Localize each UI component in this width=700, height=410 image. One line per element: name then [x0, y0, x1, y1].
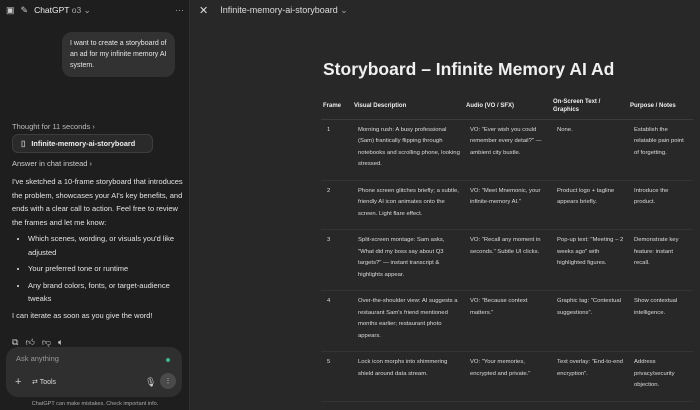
- page-title: Storyboard – Infinite Memory AI Ad: [323, 59, 614, 80]
- table-row: 5Lock icon morphs into shimmering shield…: [321, 352, 693, 402]
- reply-bullets: Which scenes, wording, or visuals you'd …: [12, 232, 184, 306]
- table-cell: Address privacy/security objection.: [628, 352, 693, 402]
- table-cell: VO: "Your memories, encrypted and privat…: [464, 352, 551, 402]
- tools-label: Tools: [40, 379, 56, 386]
- sidebar-toggle-icon[interactable]: ▣: [6, 5, 15, 16]
- table-cell: 2: [321, 180, 352, 230]
- canvas-link-label: Infinite-memory-ai-storyboard: [31, 139, 135, 148]
- model-selector[interactable]: ChatGPT o3 ⌄: [34, 5, 91, 16]
- table-row: 3Split-screen montage: Sam asks, "What d…: [321, 230, 693, 291]
- composer: + ⇄ Tools 🎙︎ ⋮: [6, 347, 182, 397]
- table-cell: VO: "Recall any moment in seconds." Subt…: [464, 230, 551, 291]
- table-cell: VO: "Meet Mnemonic, your infinite-memory…: [464, 180, 551, 230]
- table-cell: Phone screen glitches briefly; a subtle,…: [352, 180, 464, 230]
- status-dot: [166, 358, 170, 362]
- canvas-link[interactable]: ▯ Infinite-memory-ai-storyboard: [12, 134, 153, 153]
- table-cell: VO: "Because context matters.": [464, 291, 551, 352]
- thought-label: Thought for 11 seconds: [12, 122, 90, 131]
- column-header: Purpose / Notes: [628, 93, 693, 119]
- column-header: Frame: [321, 93, 352, 119]
- answer-in-chat-link[interactable]: Answer in chat instead ›: [12, 159, 92, 168]
- disclaimer: ChatGPT can make mistakes. Check importa…: [0, 401, 190, 407]
- table-cell: Text overlay: "End-to-end encryption".: [551, 352, 628, 402]
- table-cell: Morning rush: A busy professional (Sam) …: [352, 119, 464, 180]
- canvas-header: ✕ Infinite-memory-ai-storyboard ⌄: [190, 0, 700, 20]
- chevron-down-icon: ⌄: [84, 5, 91, 15]
- list-item: Which scenes, wording, or visuals you'd …: [28, 232, 184, 259]
- table-cell: Over-the-shoulder view: AI suggests a re…: [352, 291, 464, 352]
- chat-panel: ▣ ✎ ChatGPT o3 ⌄ ··· I want to create a …: [0, 0, 190, 410]
- table-cell: Introduce the product.: [628, 180, 693, 230]
- table-cell: 4: [321, 291, 352, 352]
- voice-mode-button[interactable]: ⋮: [160, 373, 176, 389]
- table-cell: Lock icon morphs into shimmering shield …: [352, 352, 464, 402]
- chat-header: ▣ ✎ ChatGPT o3 ⌄ ···: [0, 0, 190, 20]
- close-icon[interactable]: ✕: [199, 4, 208, 17]
- answer-in-chat-label: Answer in chat instead: [12, 159, 87, 168]
- canvas-panel: ✕ Infinite-memory-ai-storyboard ⌄ Storyb…: [190, 0, 700, 410]
- microphone-icon[interactable]: 🎙︎: [145, 377, 156, 388]
- user-message: I want to create a storyboard of an ad f…: [62, 32, 175, 77]
- table-cell: Pop-up text: "Meeting – 2 weeks ago" wit…: [551, 230, 628, 291]
- chevron-down-icon: ⌄: [340, 5, 348, 15]
- table-cell: Establish the relatable pain point of fo…: [628, 119, 693, 180]
- table-header: Frame Visual Description Audio (VO / SFX…: [321, 93, 693, 119]
- document-icon: ▯: [21, 139, 25, 148]
- canvas-title: Infinite-memory-ai-storyboard: [220, 5, 338, 15]
- sliders-icon: ⇄: [32, 379, 38, 386]
- reply-outro: I can iterate as soon as you give the wo…: [12, 309, 184, 323]
- message-input[interactable]: [16, 354, 156, 363]
- table-cell: VO: "Ever wish you could remember every …: [464, 119, 551, 180]
- plus-icon[interactable]: +: [15, 376, 21, 388]
- column-header: Visual Description: [352, 93, 464, 119]
- table-cell: 3: [321, 230, 352, 291]
- canvas-title-dropdown[interactable]: Infinite-memory-ai-storyboard ⌄: [220, 5, 348, 16]
- list-item: Your preferred tone or runtime: [28, 262, 184, 276]
- table-cell: None.: [551, 119, 628, 180]
- list-item: Any brand colors, fonts, or target-audie…: [28, 279, 184, 306]
- table-cell: 5: [321, 352, 352, 402]
- table-cell: Show contextual intelligence.: [628, 291, 693, 352]
- storyboard-table: Frame Visual Description Audio (VO / SFX…: [321, 93, 693, 402]
- table-cell: Demonstrate key feature: instant recall.: [628, 230, 693, 291]
- model-name: o3: [72, 5, 81, 15]
- assistant-message: I've sketched a 10-frame storyboard that…: [12, 175, 184, 322]
- column-header: Audio (VO / SFX): [464, 93, 551, 119]
- more-options-button[interactable]: ···: [175, 5, 184, 15]
- column-header: On-Screen Text / Graphics: [551, 93, 628, 119]
- thought-toggle[interactable]: Thought for 11 seconds ›: [12, 122, 95, 131]
- table-cell: Graphic tag: "Contextual suggestions".: [551, 291, 628, 352]
- tools-button[interactable]: ⇄ Tools: [32, 378, 56, 386]
- reply-intro: I've sketched a 10-frame storyboard that…: [12, 175, 184, 229]
- table-cell: 1: [321, 119, 352, 180]
- table-cell: Product logo + tagline appears briefly.: [551, 180, 628, 230]
- new-chat-icon[interactable]: ✎: [21, 5, 29, 16]
- table-row: 2Phone screen glitches briefly; a subtle…: [321, 180, 693, 230]
- table-row: 4Over-the-shoulder view: AI suggests a r…: [321, 291, 693, 352]
- table-row: 1Morning rush: A busy professional (Sam)…: [321, 119, 693, 180]
- table-cell: Split-screen montage: Sam asks, "What di…: [352, 230, 464, 291]
- app-title: ChatGPT: [34, 5, 69, 15]
